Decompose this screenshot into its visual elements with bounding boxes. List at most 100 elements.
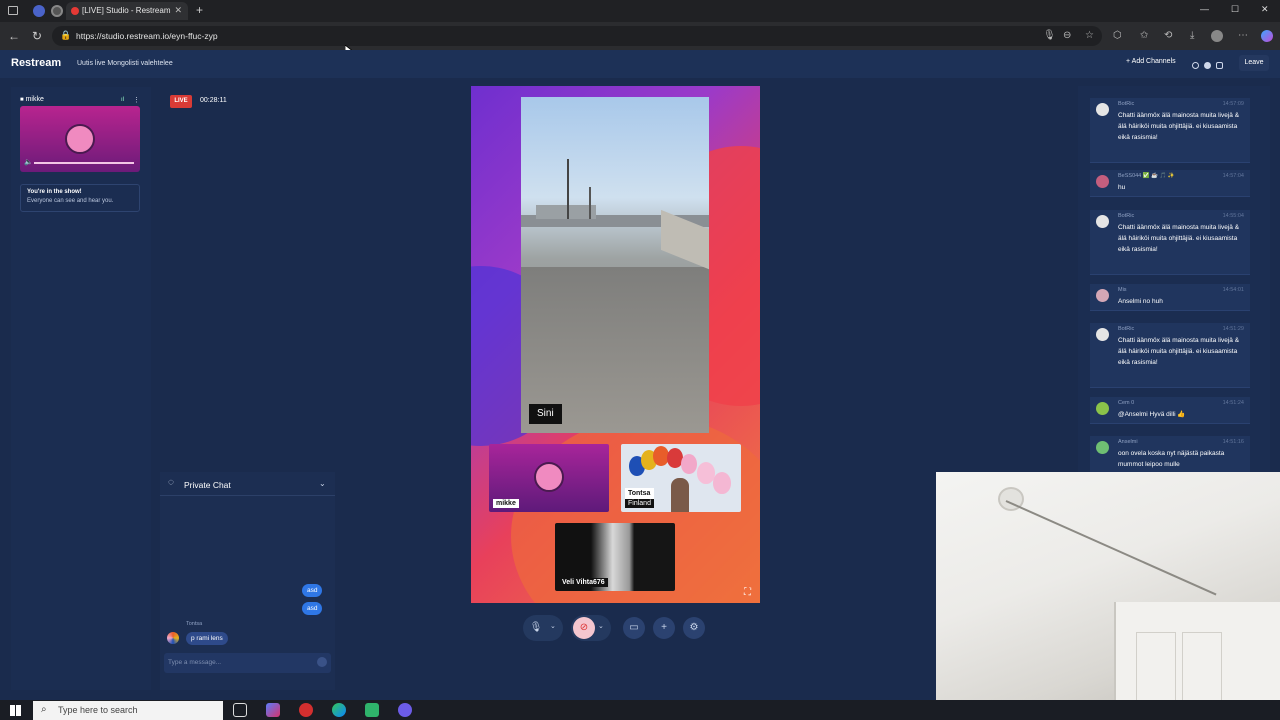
stage-canvas: Sini mikke Tontsa Finland Veli Vihta676 … (471, 86, 760, 603)
maximize-button[interactable]: ☐ (1231, 4, 1239, 15)
person (671, 478, 689, 512)
task-view-icon[interactable] (233, 703, 247, 717)
building (536, 205, 596, 219)
record-icon[interactable] (51, 5, 63, 17)
download-icon[interactable]: ⤓ (1190, 30, 1194, 41)
search-icon: ⌕ (41, 704, 47, 715)
tile-name: Tontsa Finland (625, 488, 654, 508)
in-show-title: You're in the show! (27, 189, 82, 195)
new-tab-button[interactable]: + (196, 3, 203, 17)
channel-icons[interactable] (1192, 62, 1226, 70)
chat-time: 14:51:16 (1222, 439, 1244, 445)
volume-icon[interactable]: 🔈 (24, 158, 33, 166)
chat-author: Mis (1118, 287, 1127, 293)
share-screen-button[interactable]: ▭ (623, 617, 645, 639)
more-icon[interactable]: ⋯ (1238, 30, 1248, 41)
send-icon[interactable] (317, 657, 327, 667)
copilot-app-icon[interactable] (266, 703, 280, 717)
chat-message: Mis 14:54:01 Anselmi no huh (1090, 284, 1250, 311)
private-chat-input[interactable]: Type a message... (164, 653, 331, 673)
taskbar-search[interactable]: ⌕ Type here to search (33, 701, 223, 720)
self-cam-preview[interactable]: 🔈 (20, 106, 140, 172)
guest-tile-mikke[interactable]: mikke (489, 444, 609, 512)
guest-tile-tontsa[interactable]: Tontsa Finland (621, 444, 741, 512)
stream-title[interactable]: Uutis live Mongolisti valehtelee (77, 60, 173, 67)
windows-taskbar: ⌕ Type here to search (0, 700, 1280, 720)
chat-message: BotRic 14:57:09 Chatti äänmöx älä mainos… (1090, 98, 1250, 163)
ceiling-edge (1005, 500, 1217, 596)
camera-off-button[interactable]: ⊘ (573, 617, 595, 639)
restream-logo[interactable]: Restream (11, 57, 61, 69)
balloon (681, 454, 697, 474)
chat-message: Anselmi 14:51:16 oon ovela koska nyt näj… (1090, 436, 1250, 472)
back-icon[interactable]: ← (8, 29, 20, 43)
copilot-icon[interactable] (1261, 30, 1273, 42)
street-lamp (567, 159, 569, 219)
history-icon[interactable]: ⟲ (1164, 30, 1172, 41)
tile-name-text: Tontsa (628, 490, 651, 497)
leave-button[interactable]: Leave (1239, 55, 1269, 71)
browser-tab[interactable]: [LIVE] Studio - Restream ✕ (66, 2, 188, 20)
avatar (1096, 103, 1109, 116)
chat-author: Anselmi (1118, 439, 1138, 445)
participant-panel: ■ mikke ıl ⋮ 🔈 You're in the show! Every… (11, 87, 151, 690)
edge-icon[interactable] (332, 703, 346, 717)
chat-author: Cem 0 (1118, 400, 1135, 406)
extensions-icon[interactable]: ⬡ (1113, 30, 1122, 41)
windows-start-icon[interactable] (10, 705, 21, 716)
add-channels-button[interactable]: + Add Channels (1126, 58, 1176, 65)
balloon (713, 472, 731, 494)
reload-icon[interactable]: ↻ (32, 29, 42, 43)
mic-button[interactable]: 🎙 (525, 617, 547, 639)
star-icon[interactable]: ☆ (1085, 30, 1094, 41)
self-cam-header: ■ mikke (20, 96, 44, 103)
window-menu-icon[interactable] (8, 6, 18, 15)
profile-icon[interactable] (33, 5, 45, 17)
chat-icon: ◌ (168, 477, 174, 488)
chat-time: 14:51:24 (1222, 400, 1244, 406)
outgoing-message: asd (302, 602, 323, 615)
url-field[interactable]: 🔒 https://studio.restream.io/eyn-ffuc-zy… (52, 26, 1102, 46)
webcam-overlay (936, 472, 1280, 720)
avatar (167, 632, 179, 644)
app-header: Restream Uutis live Mongolisti valehtele… (0, 50, 1280, 78)
chat-message: BotRic 14:55:04 Chatti äänmöx älä mainos… (1090, 210, 1250, 275)
favorites-icon[interactable]: ✩ (1140, 30, 1148, 41)
mic-icon[interactable]: 🎙 (1043, 30, 1056, 41)
chat-text: hu (1118, 184, 1126, 191)
chat-message: BeSS044 ✅ ☕ 🎵 ✨ 14:57:04 hu (1090, 170, 1250, 197)
private-chat-header[interactable]: ◌ Private Chat ⌄ (160, 472, 335, 496)
tile-location: Finland (625, 499, 654, 508)
opera-icon[interactable] (299, 703, 313, 717)
settings-button[interactable]: ⚙ (683, 617, 705, 639)
chevron-down-icon[interactable]: ⌄ (319, 479, 326, 488)
app-icon[interactable] (365, 703, 379, 717)
guest-tile-veli[interactable]: Veli Vihta676 (555, 523, 675, 591)
close-window-button[interactable]: ✕ (1261, 4, 1269, 15)
chat-text: @Anselmi Hyvä dilli 👍 (1118, 411, 1186, 418)
tab-close-button[interactable]: ✕ (174, 5, 182, 16)
tab-title: [LIVE] Studio - Restream (82, 6, 171, 15)
tile-name: Veli Vihta676 (559, 578, 608, 587)
stream-timer: 00:28:11 (200, 97, 227, 104)
discord-icon[interactable] (398, 703, 412, 717)
minimize-button[interactable]: — (1200, 4, 1209, 14)
chat-time: 14:57:04 (1222, 173, 1244, 179)
camera-chevron-icon[interactable]: ⌄ (598, 622, 604, 630)
chat-message: BotRic 14:51:29 Chatti äänmöx älä mainos… (1090, 323, 1250, 388)
mic-chevron-icon[interactable]: ⌄ (550, 622, 556, 630)
more-options-icon[interactable]: ⋮ (133, 96, 140, 104)
outgoing-message: asd (302, 584, 323, 597)
chat-text: Anselmi no huh (1118, 298, 1163, 305)
chat-time: 14:51:29 (1222, 326, 1244, 332)
avatar (534, 462, 564, 492)
add-button[interactable]: + (653, 617, 675, 639)
volume-slider[interactable] (34, 162, 134, 164)
fullscreen-icon[interactable]: ⛶ (744, 587, 751, 598)
private-chat-panel: ◌ Private Chat ⌄ asd asd Tontsa p rami l… (160, 472, 335, 690)
zoom-icon[interactable]: ⊖ (1063, 30, 1071, 41)
avatar-icon[interactable] (1211, 30, 1223, 42)
chat-author: BotRic (1118, 213, 1135, 219)
self-cam-name: mikke (25, 96, 44, 103)
main-video[interactable]: Sini (521, 97, 709, 433)
